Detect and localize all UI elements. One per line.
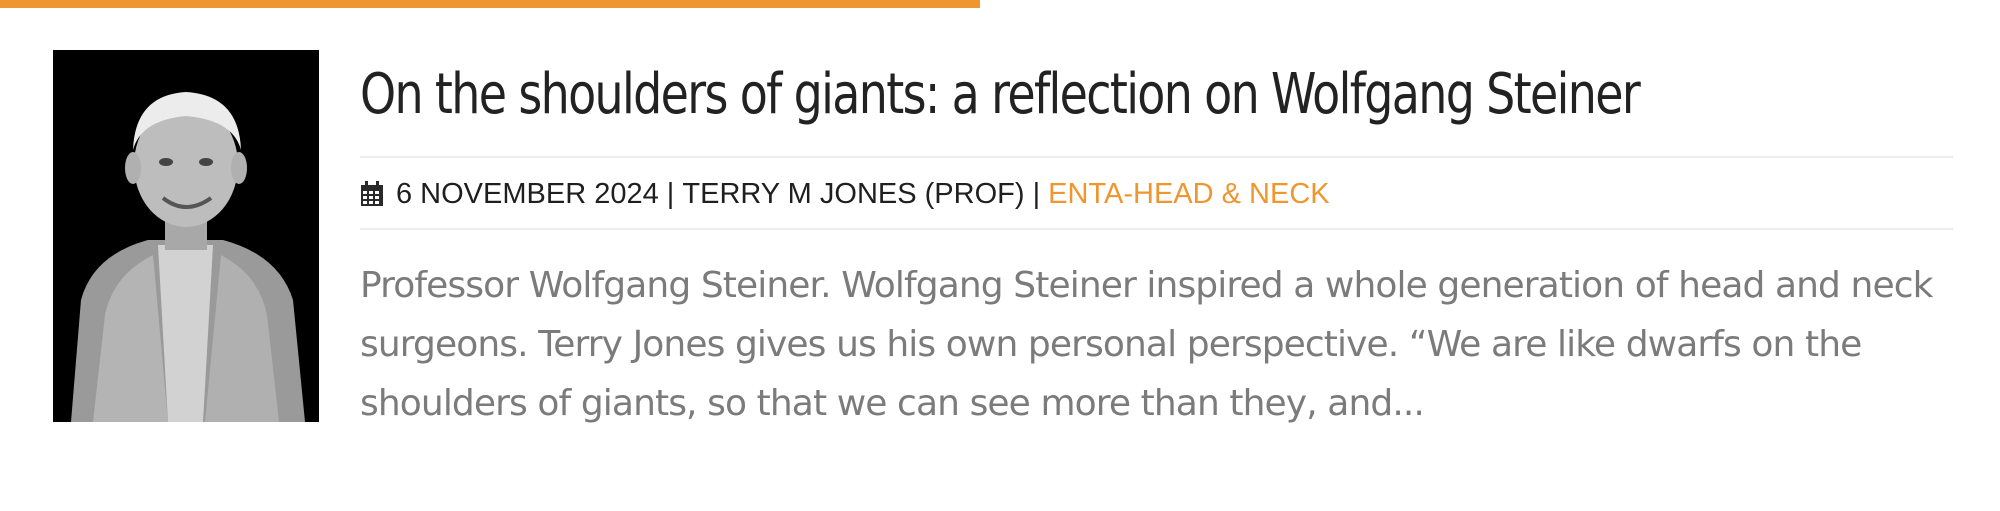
portrait-image (53, 50, 319, 422)
article-title[interactable]: On the shoulders of giants: a reflection… (360, 60, 1641, 130)
meta-divider-top (360, 156, 1953, 158)
calendar-icon (360, 181, 384, 207)
meta-divider-bottom (360, 228, 1953, 230)
category-link[interactable]: ENTA-HEAD & NECK (1048, 178, 1329, 211)
article-excerpt: Professor Wolfgang Steiner. Wolfgang Ste… (360, 265, 1933, 424)
meta-separator: | (1024, 177, 1049, 210)
article-date: 6 NOVEMBER 2024 (396, 177, 659, 210)
meta-separator: | (658, 177, 683, 210)
article-meta: 6 NOVEMBER 2024 | TERRY M JONES (PROF) |… (360, 172, 1330, 216)
article-card: On the shoulders of giants: a reflection… (53, 50, 1953, 430)
accent-top-bar (0, 0, 980, 8)
article-author: TERRY M JONES (PROF) (682, 177, 1025, 210)
article-thumbnail[interactable] (53, 50, 319, 422)
